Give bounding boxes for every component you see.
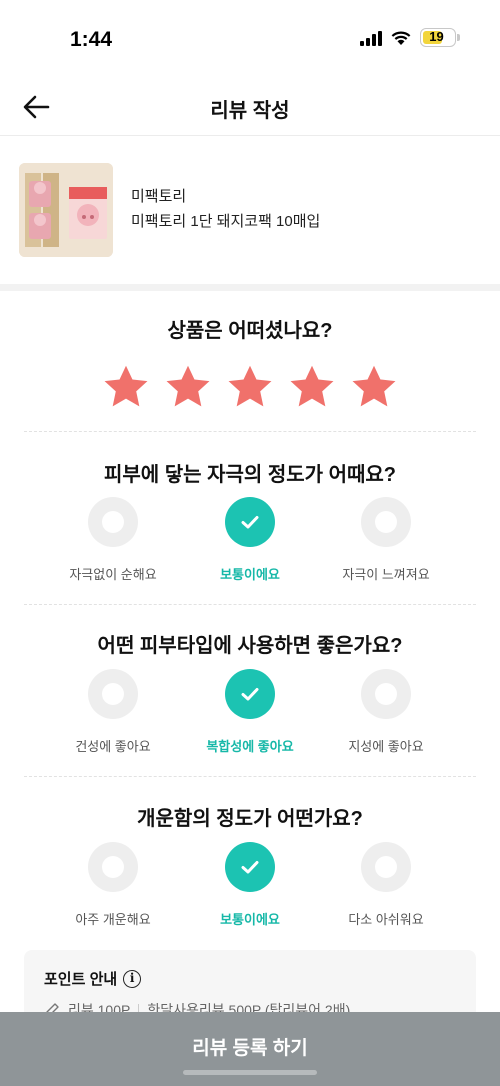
option-freshness-very[interactable]: 아주 개운해요 [43, 842, 183, 928]
option-label: 복합성에 좋아요 [206, 739, 294, 754]
radio-circle [88, 497, 138, 547]
header: 리뷰 작성 [0, 80, 500, 136]
option-freshness-normal[interactable]: 보통이에요 [180, 842, 320, 928]
info-icon[interactable]: i [123, 969, 142, 988]
radio-circle [88, 669, 138, 719]
option-label: 자극없이 순해요 [69, 567, 157, 582]
option-label: 지성에 좋아요 [348, 739, 424, 754]
check-icon [241, 688, 259, 701]
radio-circle [225, 669, 275, 719]
star-rating[interactable] [101, 362, 399, 412]
option-irritation-normal[interactable]: 보통이에요 [180, 497, 320, 583]
irritation-options: 자극없이 순해요 보통이에요 자극이 느껴져요 [0, 497, 500, 587]
star-icon[interactable] [287, 362, 337, 412]
check-icon [241, 516, 259, 529]
radio-circle [88, 842, 138, 892]
radio-circle [361, 497, 411, 547]
option-irritation-felt[interactable]: 자극이 느껴져요 [316, 497, 456, 583]
wifi-icon [391, 31, 411, 45]
radio-circle [361, 669, 411, 719]
irritation-question: 피부에 닿는 자극의 정도가 어때요? [103, 464, 397, 486]
star-icon[interactable] [163, 362, 213, 412]
home-indicator [183, 1070, 317, 1075]
dashed-divider [24, 776, 476, 777]
status-icons: 19 [360, 28, 460, 47]
rating-question: 상품은 어떠셨나요? [167, 320, 333, 342]
option-skin-combination[interactable]: 복합성에 좋아요 [180, 669, 320, 755]
cellular-signal-icon [360, 30, 382, 46]
point-info-title-text: 포인트 안내 [44, 971, 118, 988]
option-skin-dry[interactable]: 건성에 좋아요 [43, 669, 183, 755]
option-label: 보통이에요 [220, 567, 280, 582]
status-bar: 1:44 19 [0, 0, 500, 80]
status-time: 1:44 [70, 28, 113, 51]
star-icon[interactable] [225, 362, 275, 412]
point-info-title: 포인트 안내 i [44, 968, 142, 989]
option-label: 다소 아쉬워요 [348, 912, 424, 927]
option-skin-oily[interactable]: 지성에 좋아요 [316, 669, 456, 755]
dashed-divider [24, 604, 476, 605]
radio-circle [225, 842, 275, 892]
skin-type-options: 건성에 좋아요 복합성에 좋아요 지성에 좋아요 [0, 669, 500, 759]
product-name: 미팩토리 1단 돼지코팩 10매입 [131, 213, 321, 230]
option-label: 건성에 좋아요 [75, 739, 151, 754]
freshness-question: 개운함의 정도가 어떤가요? [137, 808, 363, 830]
option-freshness-lacking[interactable]: 다소 아쉬워요 [316, 842, 456, 928]
product-brand: 미팩토리 [131, 188, 187, 205]
battery-icon: 19 [420, 28, 460, 47]
skin-type-question: 어떤 피부타입에 사용하면 좋은가요? [97, 635, 403, 657]
freshness-options: 아주 개운해요 보통이에요 다소 아쉬워요 [0, 842, 500, 932]
radio-circle [225, 497, 275, 547]
product-image [19, 163, 113, 257]
section-divider [0, 284, 500, 291]
page-title: 리뷰 작성 [210, 100, 290, 122]
radio-circle [361, 842, 411, 892]
star-icon[interactable] [349, 362, 399, 412]
option-label: 자극이 느껴져요 [342, 567, 430, 582]
star-icon[interactable] [101, 362, 151, 412]
battery-level: 19 [429, 29, 444, 44]
option-irritation-mild[interactable]: 자극없이 순해요 [43, 497, 183, 583]
product-card: 미팩토리 미팩토리 1단 돼지코팩 10매입 [0, 137, 500, 284]
check-icon [241, 861, 259, 874]
option-label: 보통이에요 [220, 912, 280, 927]
dashed-divider [24, 431, 476, 432]
option-label: 아주 개운해요 [75, 912, 151, 927]
